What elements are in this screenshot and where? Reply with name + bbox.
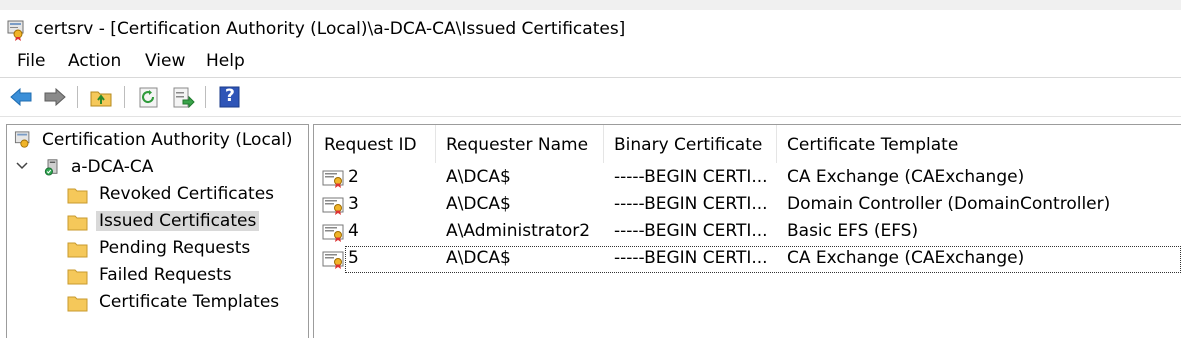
chevron-down-icon[interactable]	[16, 161, 28, 171]
tree-item-label: Failed Requests	[99, 265, 232, 285]
tree-item-label: Pending Requests	[99, 238, 251, 258]
folder-icon	[67, 296, 88, 312]
toolbar-separator-line	[0, 116, 1181, 117]
back-arrow-icon[interactable]	[9, 86, 33, 108]
column-header-request-id[interactable]: Request ID	[314, 125, 436, 163]
tree-item-label: Revoked Certificates	[99, 184, 275, 204]
forward-arrow-icon[interactable]	[43, 86, 67, 108]
export-list-icon[interactable]	[171, 86, 195, 109]
tree-root-node[interactable]: Certification Authority (Local)	[13, 129, 303, 153]
tree-ca-label: a-DCA-CA	[71, 157, 154, 177]
certification-authority-icon	[14, 131, 30, 148]
folder-icon	[67, 242, 88, 258]
cell-request-id: 2	[348, 167, 359, 187]
cell-requester-name: A\DCA$	[446, 167, 511, 187]
column-header-label: Binary Certificate	[614, 135, 763, 155]
cell-request-id: 4	[348, 221, 359, 241]
tree-root-label: Certification Authority (Local)	[42, 130, 293, 150]
tree-item-label: Issued Certificates	[96, 211, 260, 231]
toolbar-separator	[77, 86, 78, 108]
column-header-label: Request ID	[324, 135, 417, 155]
menu-file[interactable]: File	[17, 51, 45, 71]
column-header-label: Requester Name	[446, 135, 589, 155]
cell-requester-name: A\Administrator2	[446, 221, 591, 241]
refresh-icon[interactable]	[137, 86, 161, 108]
window-top-strip	[0, 0, 1181, 10]
cell-requester-name: A\DCA$	[446, 248, 511, 268]
window-title: certsrv - [Certification Authority (Loca…	[34, 19, 626, 39]
menu-bar: File Action View Help	[0, 48, 1181, 77]
tree-item-label: Certificate Templates	[99, 292, 280, 312]
certificate-icon	[322, 224, 344, 242]
tree-item-pending-requests[interactable]: Pending Requests	[67, 237, 297, 261]
certificate-icon	[322, 251, 344, 269]
cell-request-id: 3	[348, 194, 359, 214]
column-header-requester-name[interactable]: Requester Name	[436, 125, 604, 163]
column-header-certificate-template[interactable]: Certificate Template	[777, 125, 1181, 163]
title-bar[interactable]: certsrv - [Certification Authority (Loca…	[0, 10, 1181, 48]
tree-item-revoked-certificates[interactable]: Revoked Certificates	[67, 183, 297, 207]
console-tree: Certification Authority (Local) a-DCA-CA…	[6, 124, 309, 338]
toolbar: ?	[0, 78, 1181, 116]
cell-certificate-template: Domain Controller (DomainController)	[787, 194, 1111, 214]
column-header-binary-certificate[interactable]: Binary Certificate	[604, 125, 777, 163]
cell-certificate-template: CA Exchange (CAExchange)	[787, 248, 1025, 268]
cell-requester-name: A\DCA$	[446, 194, 511, 214]
cell-binary-certificate: -----BEGIN CERTI...	[614, 248, 768, 268]
ca-server-icon	[44, 159, 58, 176]
menu-help[interactable]: Help	[206, 51, 245, 71]
up-folder-icon[interactable]	[89, 86, 113, 108]
folder-icon	[67, 188, 88, 204]
menu-action[interactable]: Action	[68, 51, 121, 71]
tree-item-certificate-templates[interactable]: Certificate Templates	[67, 291, 297, 315]
toolbar-separator	[124, 86, 125, 108]
column-header-label: Certificate Template	[787, 135, 959, 155]
cell-binary-certificate: -----BEGIN CERTI...	[614, 167, 768, 187]
folder-icon	[67, 215, 88, 231]
cell-request-id: 5	[348, 248, 359, 268]
cell-certificate-template: CA Exchange (CAExchange)	[787, 167, 1025, 187]
tree-item-issued-certificates[interactable]: Issued Certificates	[67, 210, 297, 234]
table-row[interactable]: 5 A\DCA$ -----BEGIN CERTI... CA Exchange…	[314, 246, 1181, 273]
cell-certificate-template: Basic EFS (EFS)	[787, 221, 919, 241]
certificate-list: Request ID Requester Name Binary Certifi…	[313, 124, 1181, 338]
help-glyph: ?	[225, 86, 235, 106]
toolbar-separator	[205, 86, 206, 108]
table-row[interactable]: 2 A\DCA$ -----BEGIN CERTI... CA Exchange…	[314, 165, 1181, 192]
cell-binary-certificate: -----BEGIN CERTI...	[614, 221, 768, 241]
table-row[interactable]: 3 A\DCA$ -----BEGIN CERTI... Domain Cont…	[314, 192, 1181, 219]
cell-binary-certificate: -----BEGIN CERTI...	[614, 194, 768, 214]
tree-node-ca[interactable]: a-DCA-CA	[13, 156, 303, 180]
folder-icon	[67, 269, 88, 285]
menu-view[interactable]: View	[145, 51, 185, 71]
table-row[interactable]: 4 A\Administrator2 -----BEGIN CERTI... B…	[314, 219, 1181, 246]
certificate-icon	[322, 170, 344, 188]
help-icon[interactable]: ?	[219, 86, 243, 108]
tree-item-failed-requests[interactable]: Failed Requests	[67, 264, 297, 288]
certificate-icon	[322, 197, 344, 215]
certsrv-icon	[6, 19, 28, 45]
